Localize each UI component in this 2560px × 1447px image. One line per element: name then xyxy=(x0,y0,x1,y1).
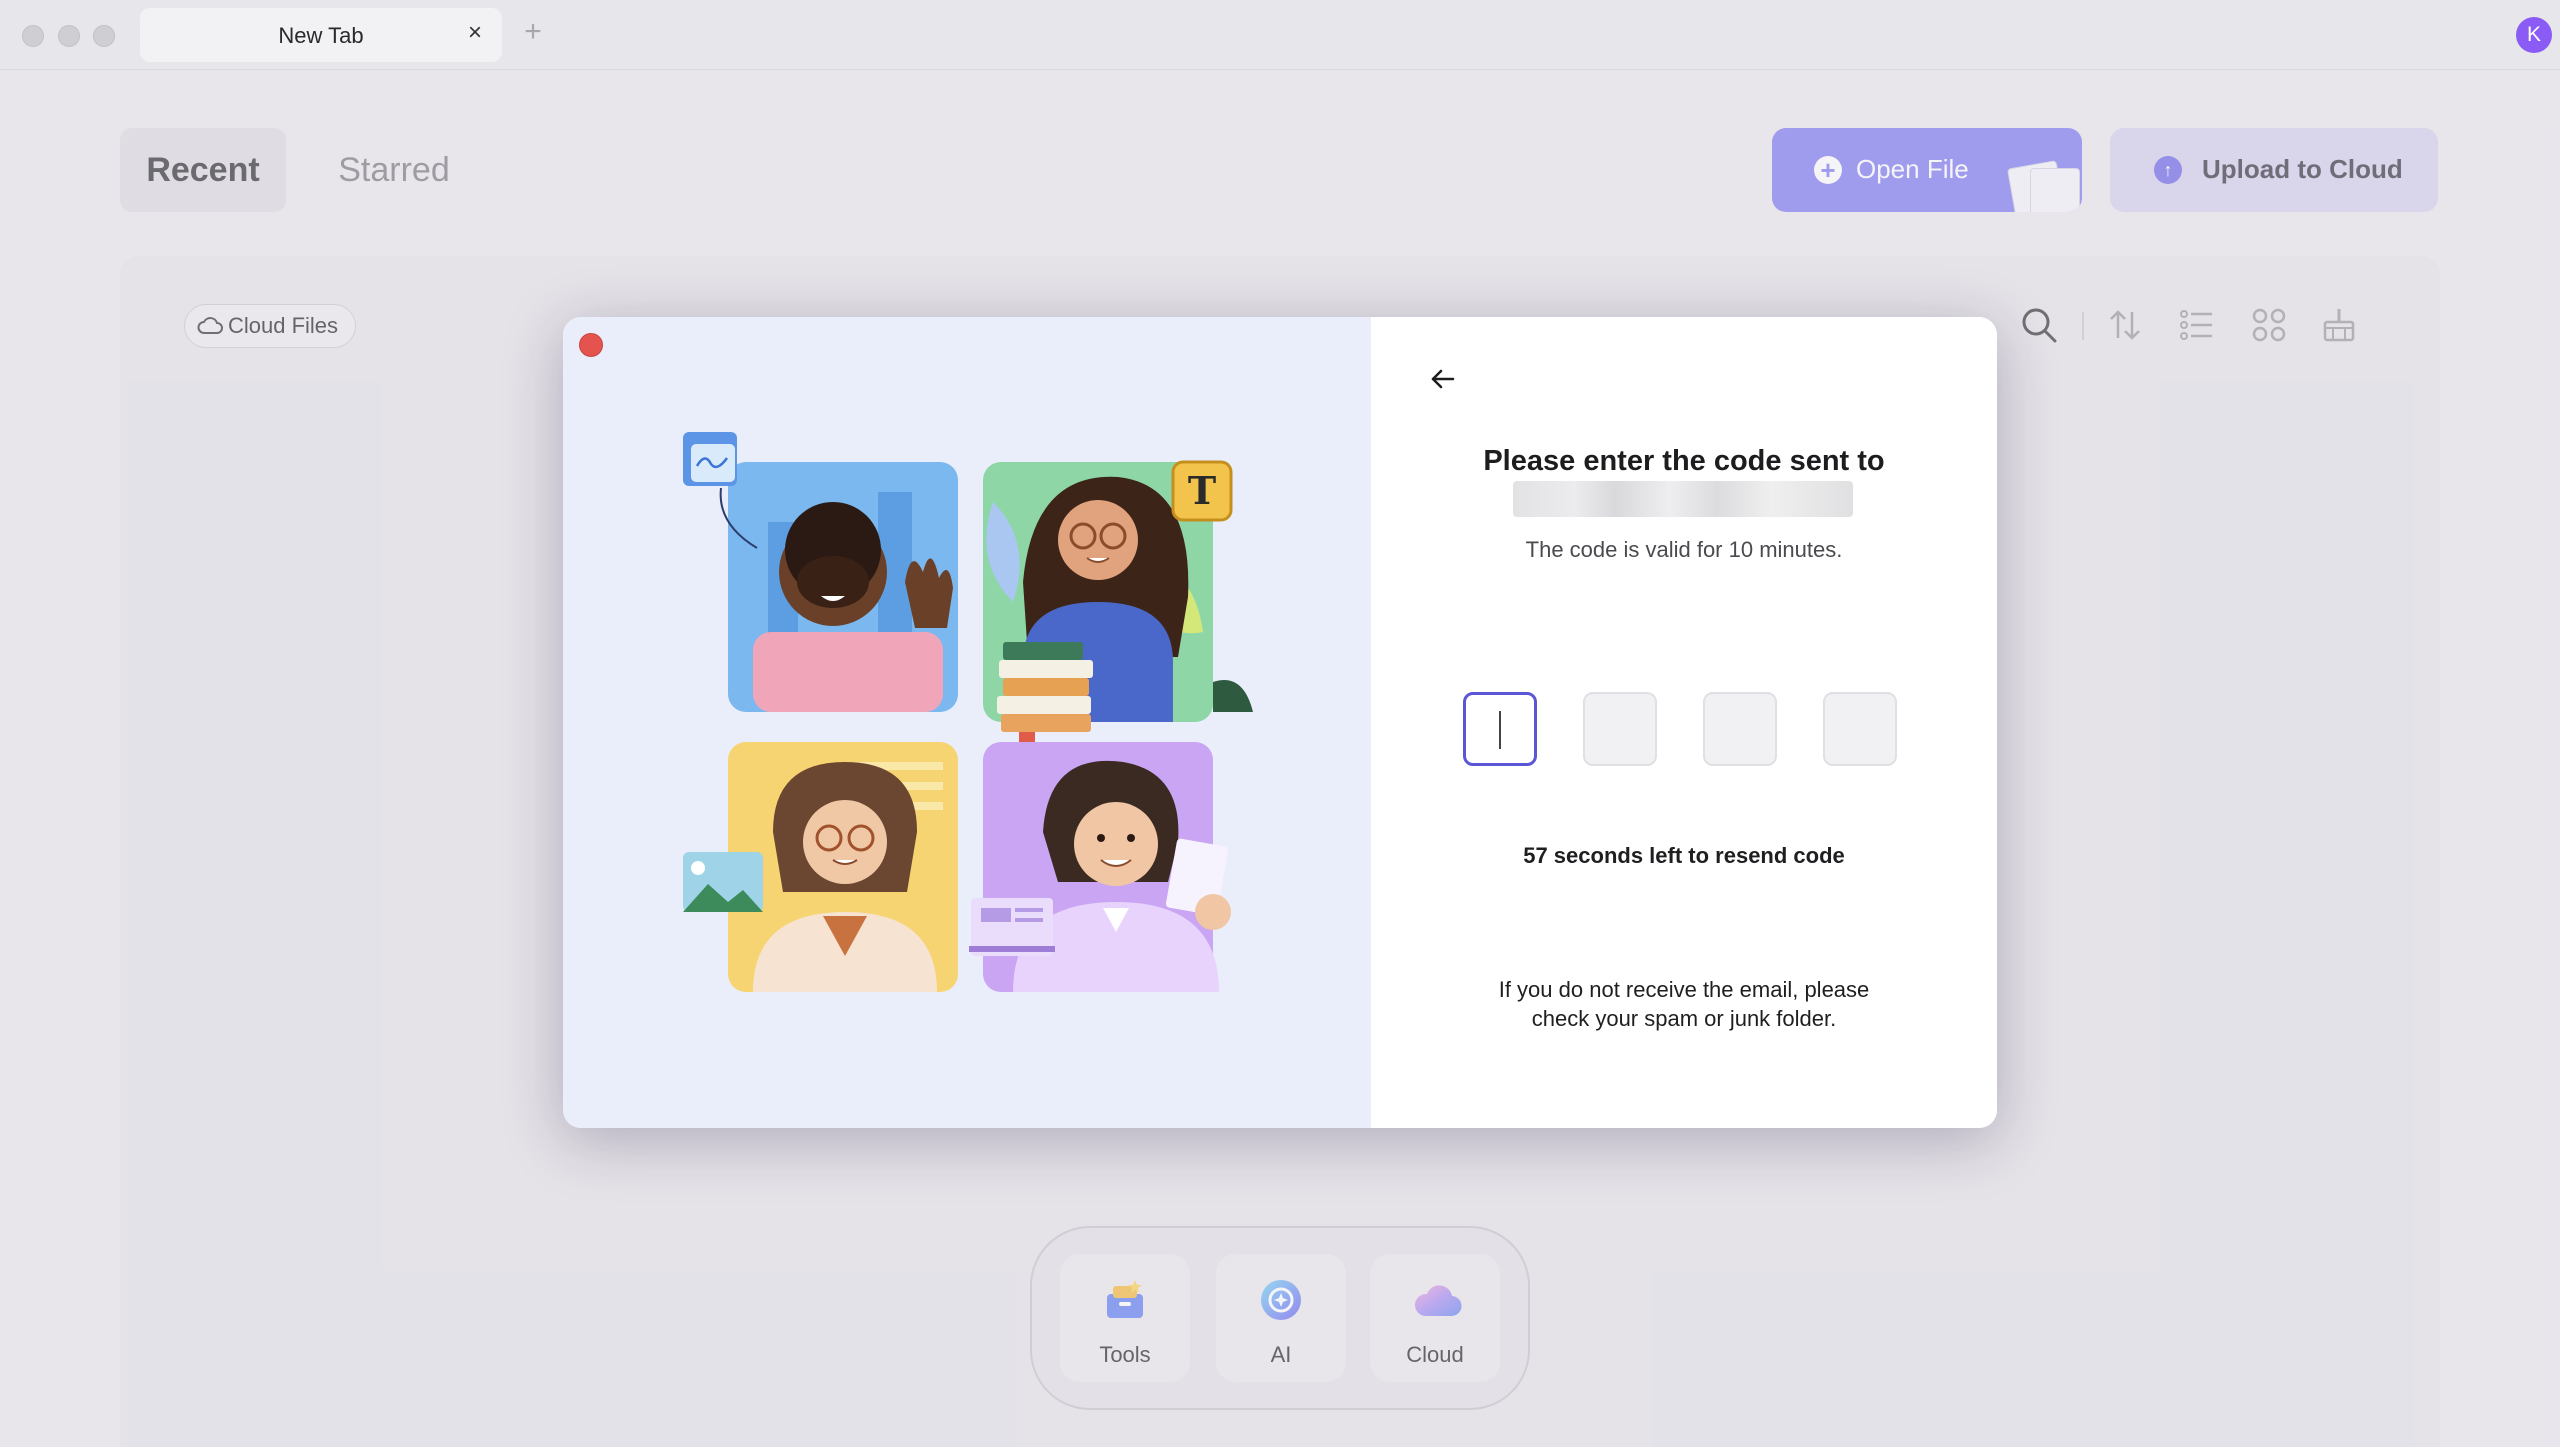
spam-note-line-2: check your spam or junk folder. xyxy=(1531,1006,1837,1031)
tab-close-icon[interactable]: × xyxy=(460,18,490,48)
code-digit-input-2[interactable] xyxy=(1583,692,1657,766)
window-zoom-control[interactable] xyxy=(93,25,115,47)
masked-email xyxy=(1513,481,1853,517)
code-digit-input-3[interactable] xyxy=(1703,692,1777,766)
window-close-control[interactable] xyxy=(22,25,44,47)
text-caret xyxy=(1499,711,1501,749)
verification-dialog: T Please enter the code sent to The code… xyxy=(563,317,1997,1128)
spam-note-line-1: If you do not receive the email, please xyxy=(1498,977,1870,1002)
title-bar: New Tab × + K xyxy=(0,0,2560,70)
resend-countdown: 57 seconds left to resend code xyxy=(1523,843,1845,868)
back-arrow-icon[interactable] xyxy=(1423,359,1463,399)
tab-title: New Tab xyxy=(278,23,364,48)
dialog-title: Please enter the code sent to xyxy=(1483,445,1885,477)
avatar[interactable]: K xyxy=(2516,17,2552,53)
dialog-form-panel: Please enter the code sent to The code i… xyxy=(1371,317,1997,1128)
browser-tab[interactable]: New Tab × xyxy=(140,8,502,62)
team-illustration: T xyxy=(683,432,1253,992)
window-minimize-control[interactable] xyxy=(58,25,80,47)
new-tab-icon[interactable]: + xyxy=(518,17,548,47)
dialog-close-button[interactable] xyxy=(579,333,603,357)
code-digit-input-1[interactable] xyxy=(1463,692,1537,766)
dialog-illustration-panel: T xyxy=(563,317,1371,1128)
badge-letter: T xyxy=(1188,468,1216,513)
spam-folder-note: If you do not receive the email, please … xyxy=(1471,975,1897,1033)
code-validity-note: The code is valid for 10 minutes. xyxy=(1525,537,1843,562)
code-digit-input-4[interactable] xyxy=(1823,692,1897,766)
